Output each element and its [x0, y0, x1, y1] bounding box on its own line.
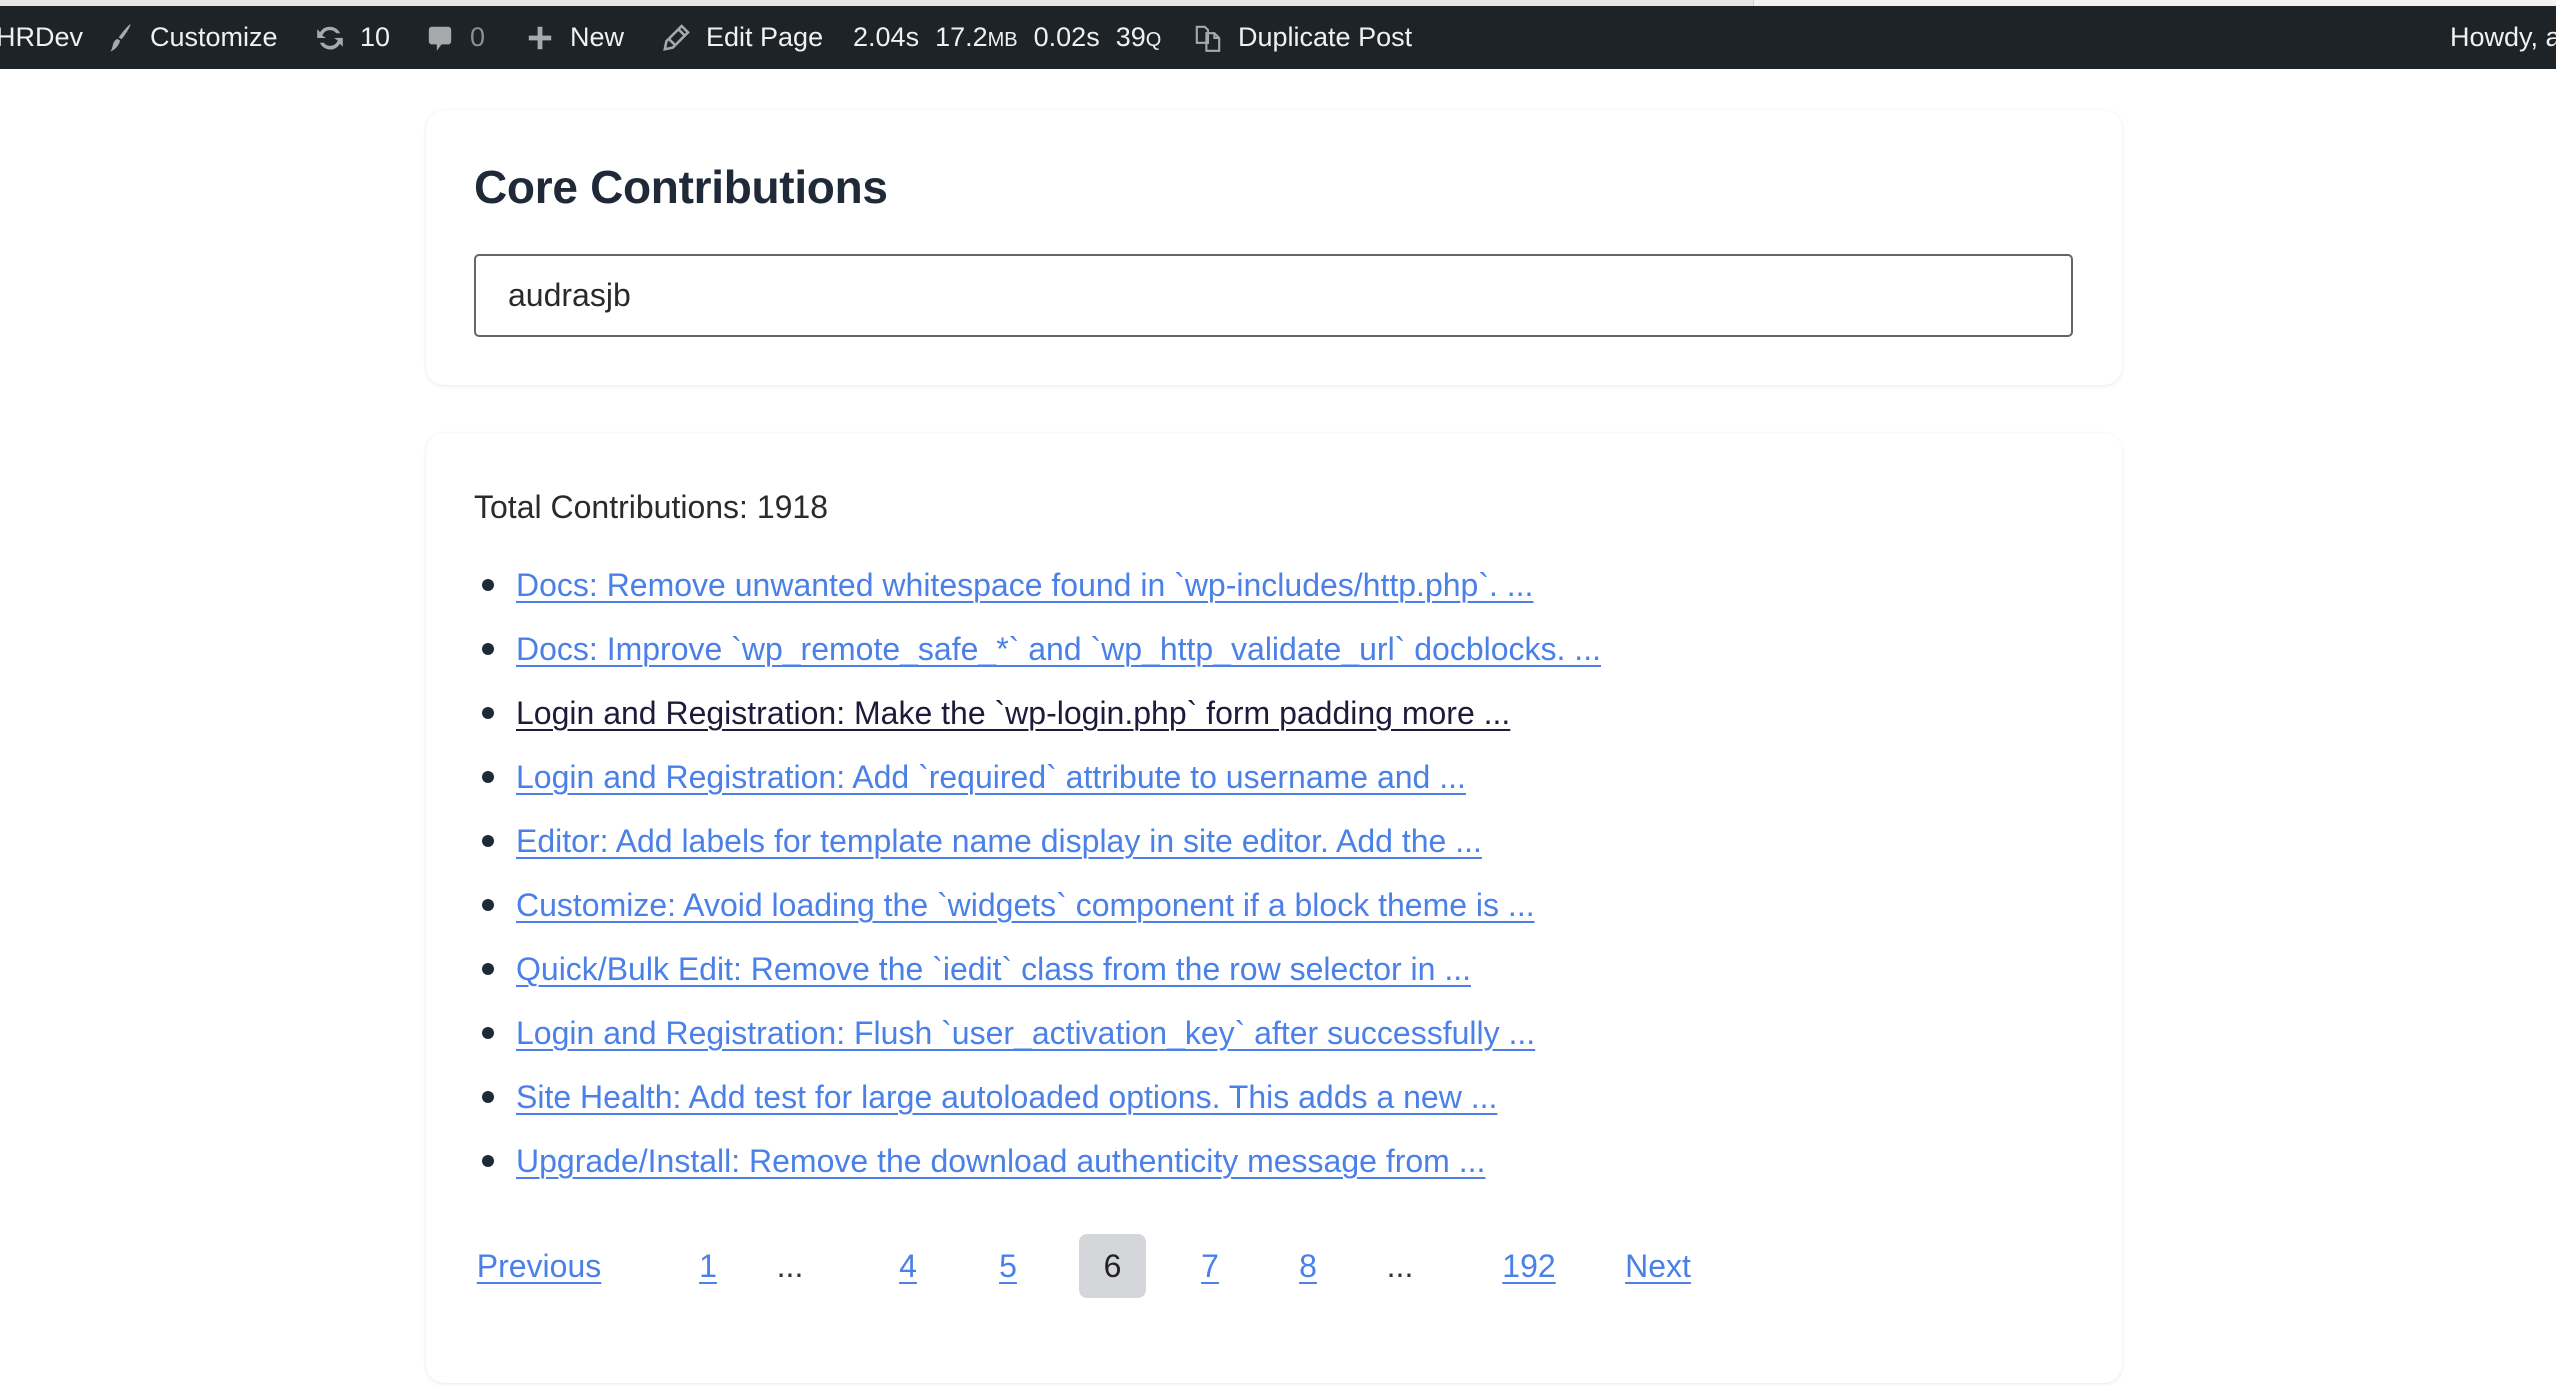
admin-bar-duplicate-post[interactable]: Duplicate Post [1190, 6, 1412, 69]
admin-bar-edit-page[interactable]: Edit Page [658, 6, 823, 69]
qm-db-time-value: 0.02 [1033, 22, 1087, 52]
bullet-icon [482, 643, 494, 655]
bullet-icon [482, 963, 494, 975]
contribution-item: Site Health: Add test for large autoload… [474, 1065, 1601, 1129]
qm-db-time-unit: s [1086, 22, 1100, 52]
contribution-item: Upgrade/Install: Remove the download aut… [474, 1129, 1601, 1193]
pagination: Previous 1... 4 5 6 7 8... 192 Next [426, 1234, 2122, 1298]
qm-queries: 39Q [1116, 22, 1162, 53]
bullet-icon [482, 899, 494, 911]
pagination-page: 5 [978, 1234, 1038, 1298]
qm-db-time: 0.02s [1034, 22, 1100, 53]
paintbrush-icon [102, 20, 138, 56]
duplicate-post-label: Duplicate Post [1238, 22, 1413, 52]
admin-bar-query-monitor[interactable]: 2.04s 17.2MB 0.02s 39Q [853, 6, 1161, 69]
pagination-page: 192 [1484, 1234, 1574, 1298]
admin-bar-site-name[interactable]: HRDev [0, 6, 83, 69]
duplicate-icon [1190, 20, 1226, 56]
username-search-input[interactable] [474, 254, 2073, 337]
customize-label: Customize [150, 22, 278, 52]
howdy-label: Howdy, a [2450, 22, 2556, 52]
contribution-link[interactable]: Site Health: Add test for large autoload… [516, 1079, 1497, 1116]
comment-icon [422, 20, 458, 56]
bullet-icon [482, 835, 494, 847]
contribution-link[interactable]: Docs: Remove unwanted whitespace found i… [516, 567, 1533, 604]
qm-time: 2.04s [853, 22, 919, 53]
contribution-item: Customize: Avoid loading the `widgets` c… [474, 873, 1601, 937]
bullet-icon [482, 771, 494, 783]
qm-time-value: 2.04 [853, 22, 906, 52]
total-contributions: Total Contributions: 1918 [474, 489, 828, 525]
contributions-list: Docs: Remove unwanted whitespace found i… [474, 553, 1601, 1193]
admin-bar-comments[interactable]: 0 [422, 6, 485, 69]
contribution-item: Login and Registration: Flush `user_acti… [474, 1001, 1601, 1065]
contribution-link[interactable]: Editor: Add labels for template name dis… [516, 823, 1482, 860]
contribution-item: Quick/Bulk Edit: Remove the `iedit` clas… [474, 937, 1601, 1001]
pagination-page: 4 [878, 1234, 938, 1298]
pagination-page: 1 [678, 1234, 738, 1298]
pagination-page: 7 [1180, 1234, 1240, 1298]
page-link[interactable]: 8 [1299, 1248, 1317, 1285]
bullet-icon [482, 1027, 494, 1039]
results-card: Total Contributions: 1918 Docs: Remove u… [426, 433, 2122, 1383]
admin-bar: HRDev Customize 10 0 New Edit Page 2.04s… [0, 6, 2556, 69]
search-card: Core Contributions [426, 110, 2122, 385]
pagination-ellipsis: ... [1386, 1247, 1414, 1284]
page-link[interactable]: 5 [999, 1248, 1017, 1285]
admin-bar-new[interactable]: New [522, 6, 624, 69]
contribution-link[interactable]: Login and Registration: Add `required` a… [516, 759, 1466, 796]
contribution-item: Docs: Remove unwanted whitespace found i… [474, 553, 1601, 617]
plus-icon [522, 20, 558, 56]
admin-bar-customize[interactable]: Customize [102, 6, 278, 69]
contribution-item: Login and Registration: Add `required` a… [474, 745, 1601, 809]
previous-page-link[interactable]: Previous [477, 1248, 602, 1285]
pagination-next: Next [1616, 1234, 1700, 1298]
contribution-link[interactable]: Upgrade/Install: Remove the download aut… [516, 1143, 1485, 1180]
edit-page-label: Edit Page [706, 22, 824, 52]
bullet-icon [482, 707, 494, 719]
page-link[interactable]: 7 [1201, 1248, 1219, 1285]
page-link[interactable]: 192 [1502, 1248, 1555, 1285]
bullet-icon [482, 1091, 494, 1103]
contribution-link[interactable]: Customize: Avoid loading the `widgets` c… [516, 887, 1535, 924]
page-link[interactable]: 4 [899, 1248, 917, 1285]
contribution-item: Editor: Add labels for template name dis… [474, 809, 1601, 873]
next-page-link[interactable]: Next [1625, 1248, 1691, 1285]
updates-count: 10 [360, 22, 391, 52]
refresh-icon [312, 20, 348, 56]
pagination-previous: Previous [474, 1234, 604, 1298]
pagination-page: 8 [1278, 1234, 1338, 1298]
contribution-link[interactable]: Quick/Bulk Edit: Remove the `iedit` clas… [516, 951, 1471, 988]
current-page: 6 [1079, 1234, 1146, 1298]
admin-bar-my-account[interactable]: Howdy, a [2450, 6, 2556, 69]
qm-memory-unit: MB [987, 29, 1018, 51]
qm-memory: 17.2MB [935, 22, 1018, 53]
bullet-icon [482, 1155, 494, 1167]
contribution-item: Login and Registration: Make the `wp-log… [474, 681, 1601, 745]
qm-memory-value: 17.2 [935, 22, 988, 52]
qm-queries-unit: Q [1145, 29, 1162, 51]
site-name-label: HRDev [0, 22, 84, 52]
bullet-icon [482, 579, 494, 591]
admin-bar-updates[interactable]: 10 [312, 6, 390, 69]
pencil-icon [658, 20, 694, 56]
qm-time-unit: s [905, 22, 920, 52]
pagination-ellipsis: ... [776, 1247, 804, 1284]
page-link[interactable]: 1 [699, 1248, 717, 1285]
comments-count: 0 [470, 22, 486, 52]
contribution-link[interactable]: Login and Registration: Make the `wp-log… [516, 695, 1510, 732]
contribution-item: Docs: Improve `wp_remote_safe_*` and `wp… [474, 617, 1601, 681]
qm-queries-value: 39 [1115, 22, 1146, 52]
page-title: Core Contributions [474, 161, 888, 213]
contribution-link[interactable]: Docs: Improve `wp_remote_safe_*` and `wp… [516, 631, 1601, 668]
contribution-link[interactable]: Login and Registration: Flush `user_acti… [516, 1015, 1535, 1052]
new-label: New [570, 22, 625, 52]
